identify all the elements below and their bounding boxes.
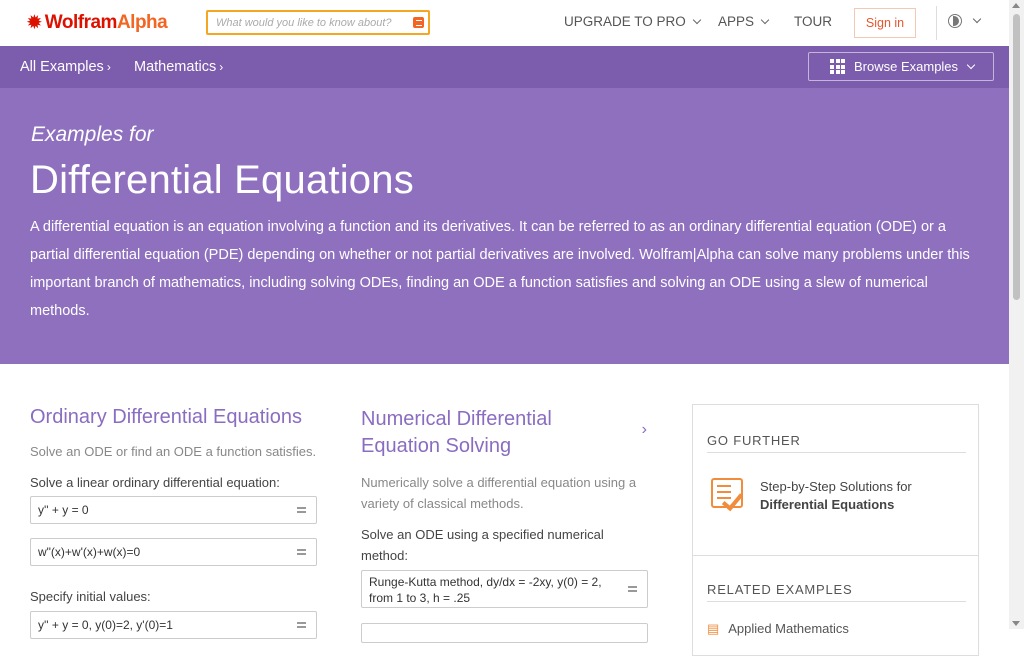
search-box [206,10,430,35]
upgrade-label: UPGRADE TO PRO [564,14,686,29]
divider [707,452,966,453]
apps-label: APPS [718,14,755,29]
search-input[interactable] [216,14,406,32]
example-query-text: w"(x)+w'(x)+w(x)=0 [38,545,141,559]
breadcrumb-label: Mathematics [134,59,217,75]
example-query-text: y'' + y = 0 [38,503,89,517]
numerical-example-label: Solve an ODE using a specified numerical… [361,527,604,563]
example-query[interactable]: Runge-Kutta method, dy/dx = -2xy, y(0) =… [361,570,648,608]
apps-menu[interactable]: APPS [718,14,770,29]
card-separator [692,555,979,556]
chevron-right-icon: › [641,421,647,438]
hero-banner: Examples for Differential Equations A di… [0,88,1009,364]
example-query[interactable]: w"(x)+w'(x)+w(x)=0 [30,538,317,566]
contrast-icon [948,14,962,28]
breadcrumb-separator: › [219,60,224,74]
scroll-down-arrow[interactable] [1012,621,1020,626]
chevron-down-icon [972,14,982,24]
example-query[interactable] [361,623,648,643]
equals-icon [628,586,637,592]
equals-icon [297,622,306,628]
go-further-card: GO FURTHER Step-by-Step Solutions for Di… [692,404,979,656]
page-title: Differential Equations [30,158,414,202]
logo-text-wolfram: Wolfram [44,12,118,33]
step-by-step-line2: Differential Equations [760,497,895,512]
search-submit-button[interactable] [413,17,424,28]
wolfram-star-icon: ✹ [26,12,43,34]
grid-icon [830,59,845,74]
tour-link[interactable]: TOUR [794,14,832,29]
step-by-step-icon [711,478,744,512]
numerical-section-title: Numerical Differential Equation Solving [361,408,552,457]
sign-in-button[interactable]: Sign in [854,8,916,38]
step-by-step-link[interactable]: Step-by-Step Solutions for Differential … [707,474,966,516]
breadcrumb-bar: All Examples › Mathematics › Browse Exam… [0,46,1009,88]
wolfram-alpha-logo[interactable]: ✹ Wolfram Alpha [26,11,168,35]
chevron-down-icon [760,15,770,24]
numerical-section-description: Numerically solve a differential equatio… [361,475,637,511]
ode-section-description: Solve an ODE or find an ODE a function s… [30,444,317,459]
hero-pretitle: Examples for [31,123,154,146]
related-example-link[interactable]: ▤ Applied Mathematics [707,621,849,637]
top-navigation-bar: ✹ Wolfram Alpha UPGRADE TO PRO APPS TOUR… [0,0,1009,46]
equals-icon [297,549,306,555]
equals-icon [297,507,306,513]
divider [707,601,966,602]
chevron-down-icon [692,15,702,24]
step-by-step-line1: Step-by-Step Solutions for [760,479,912,494]
page-scrollbar[interactable] [1009,0,1024,629]
example-query-text: y'' + y = 0, y(0)=2, y'(0)=1 [38,618,173,632]
scroll-up-arrow[interactable] [1012,3,1020,8]
ode-example-label: Solve a linear ordinary differential equ… [30,475,280,490]
breadcrumb-label: All Examples [20,59,104,75]
ode-section-title[interactable]: Ordinary Differential Equations [30,404,330,431]
example-query[interactable]: y'' + y = 0 [30,496,317,524]
breadcrumb-mathematics[interactable]: Mathematics › [134,59,223,75]
breadcrumb-separator: › [106,60,111,74]
numerical-section-link[interactable]: Numerical Differential Equation Solving … [361,405,649,463]
chevron-down-icon [966,60,976,69]
ode-example-label: Specify initial values: [30,589,151,604]
upgrade-to-pro-menu[interactable]: UPGRADE TO PRO [564,14,702,29]
browse-examples-button[interactable]: Browse Examples [808,52,994,81]
scroll-thumb[interactable] [1013,14,1020,300]
logo-text-alpha: Alpha [116,12,168,33]
browse-examples-label: Browse Examples [854,59,959,74]
related-examples-heading: RELATED EXAMPLES [707,582,853,597]
tour-label: TOUR [794,14,833,29]
hero-description: A differential equation is an equation i… [30,219,970,319]
example-query[interactable]: y'' + y = 0, y(0)=2, y'(0)=1 [30,611,317,639]
go-further-heading: GO FURTHER [707,433,801,448]
example-query-text: Runge-Kutta method, dy/dx = -2xy, y(0) =… [369,575,602,605]
breadcrumb-all-examples[interactable]: All Examples › [20,59,111,75]
theme-toggle[interactable] [948,14,982,28]
step-by-step-text: Step-by-Step Solutions for Differential … [760,478,912,514]
nav-divider [936,6,937,40]
